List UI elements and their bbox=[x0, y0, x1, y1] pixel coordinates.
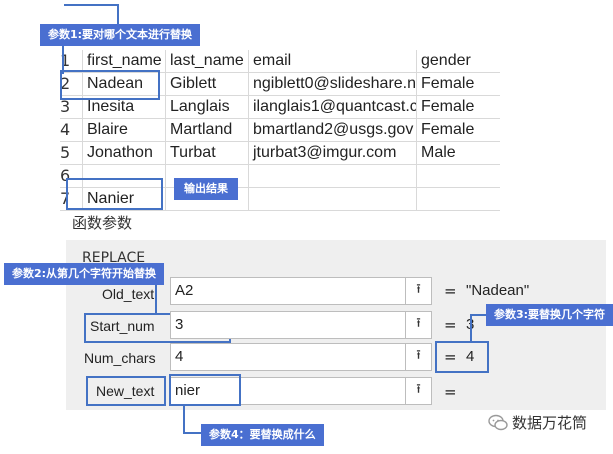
header-cell-email[interactable]: email bbox=[248, 50, 416, 72]
connector-line bbox=[183, 406, 185, 434]
arg-label-num-chars: Num_chars bbox=[84, 350, 156, 366]
header-cell-first-name[interactable]: first_name bbox=[82, 50, 165, 72]
ref-select-icon[interactable]: ⭱ bbox=[405, 312, 431, 338]
table-row: 5 Jonathon Turbat jturbat3@imgur.com Mal… bbox=[60, 142, 500, 165]
highlight-output-cell bbox=[66, 178, 163, 210]
table-cell[interactable] bbox=[248, 165, 416, 187]
dialog-title: 函数参数 bbox=[72, 214, 133, 232]
connector-line bbox=[470, 314, 472, 341]
arg-label-old-text: Old_text bbox=[102, 286, 155, 302]
annotation-output: 输出结果 bbox=[174, 178, 238, 200]
table-row: 4 Blaire Martland bmartland2@usgs.gov Fe… bbox=[60, 119, 500, 142]
table-cell[interactable]: jturbat3@imgur.com bbox=[248, 142, 416, 164]
table-cell[interactable]: bmartland2@usgs.gov bbox=[248, 119, 416, 141]
ref-select-icon[interactable]: ⭱ bbox=[405, 278, 431, 304]
highlight-new-text-input bbox=[169, 374, 241, 406]
table-cell[interactable]: Turbat bbox=[165, 142, 248, 164]
connector-line bbox=[155, 285, 157, 313]
row-number: 4 bbox=[60, 120, 71, 139]
table-cell[interactable]: Male bbox=[416, 142, 503, 164]
highlight-old-text-cell bbox=[60, 70, 160, 100]
table-cell[interactable]: Blaire bbox=[82, 119, 165, 141]
table-cell[interactable]: Giblett bbox=[165, 73, 248, 95]
header-cell-gender[interactable]: gender bbox=[416, 50, 503, 72]
annotation-param4: 参数4：要替换成什么 bbox=[201, 424, 324, 446]
table-cell[interactable]: Female bbox=[416, 73, 503, 95]
connector-line bbox=[470, 314, 486, 316]
arg-result-num-chars: 4 bbox=[466, 348, 475, 365]
ref-select-icon[interactable]: ⭱ bbox=[405, 344, 431, 370]
arg-result-old-text: "Nadean" bbox=[466, 282, 530, 299]
arg-label-start-num: Start_num bbox=[90, 318, 155, 334]
table-cell[interactable]: Jonathon bbox=[82, 142, 165, 164]
start-num-input[interactable]: 3 bbox=[170, 311, 432, 339]
annotation-param2: 参数2:从第几个字符开始替换 bbox=[4, 263, 165, 285]
table-cell[interactable] bbox=[248, 188, 416, 210]
ref-select-icon[interactable]: ⭱ bbox=[405, 378, 431, 404]
wechat-icon bbox=[488, 414, 508, 436]
num-chars-input[interactable]: 4 bbox=[170, 343, 432, 371]
arg-label-new-text: New_text bbox=[96, 383, 155, 399]
table-cell[interactable] bbox=[416, 165, 503, 187]
table-cell[interactable]: Langlais bbox=[165, 96, 248, 118]
watermark-text: 数据万花筒 bbox=[512, 414, 588, 432]
table-cell[interactable]: ilanglais1@quantcast.c bbox=[248, 96, 416, 118]
connector-line bbox=[183, 432, 201, 434]
connector-line bbox=[117, 4, 119, 24]
table-cell[interactable]: Female bbox=[416, 119, 503, 141]
equals-sign: = bbox=[444, 348, 457, 366]
table-cell[interactable] bbox=[416, 188, 503, 210]
connector-line bbox=[64, 4, 119, 6]
annotation-param3: 参数3:要替换几个字符 bbox=[486, 304, 613, 326]
table-cell[interactable]: ngiblett0@slideshare.n bbox=[248, 73, 416, 95]
table-cell[interactable]: Martland bbox=[165, 119, 248, 141]
table-cell[interactable]: Female bbox=[416, 96, 503, 118]
equals-sign: = bbox=[444, 383, 457, 401]
equals-sign: = bbox=[444, 316, 457, 334]
annotation-param1: 参数1:要对哪个文本进行替换 bbox=[40, 24, 201, 46]
old-text-input[interactable]: A2 bbox=[170, 277, 432, 305]
row-number: 5 bbox=[60, 143, 71, 162]
equals-sign: = bbox=[444, 282, 457, 300]
header-cell-last-name[interactable]: last_name bbox=[165, 50, 248, 72]
